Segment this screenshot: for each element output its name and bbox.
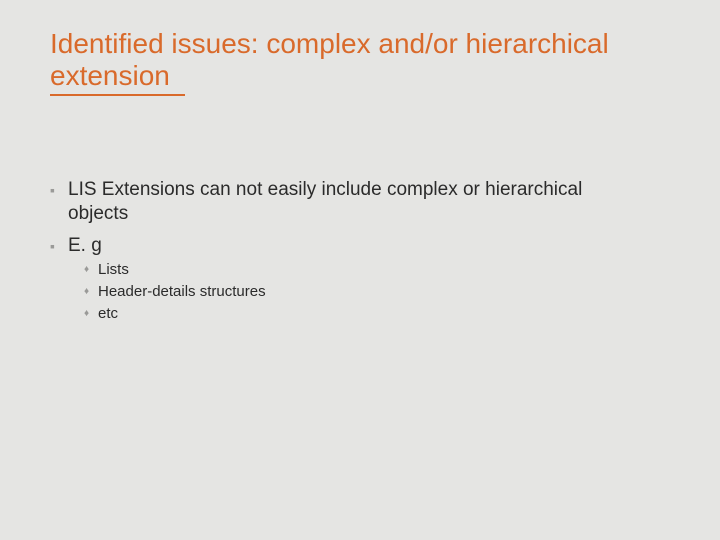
slide-title: Identified issues: complex and/or hierar… — [50, 28, 650, 92]
slide: Identified issues: complex and/or hierar… — [0, 0, 720, 540]
list-item: Lists — [68, 260, 628, 280]
list-item: LIS Extensions can not easily include co… — [50, 178, 628, 226]
list-item: etc — [68, 304, 628, 324]
list-item-text: LIS Extensions can not easily include co… — [68, 179, 582, 224]
slide-body: LIS Extensions can not easily include co… — [50, 178, 670, 324]
title-underline — [50, 94, 185, 96]
list-item: E. g Lists Header-details structures etc — [50, 234, 628, 325]
list-item-text: E. g — [68, 235, 102, 256]
bullet-list-level2: Lists Header-details structures etc — [68, 260, 628, 325]
list-item-text: Header-details structures — [98, 283, 266, 300]
list-item: Header-details structures — [68, 282, 628, 302]
bullet-list-level1: LIS Extensions can not easily include co… — [50, 178, 670, 324]
list-item-text: etc — [98, 305, 118, 322]
list-item-text: Lists — [98, 261, 129, 278]
